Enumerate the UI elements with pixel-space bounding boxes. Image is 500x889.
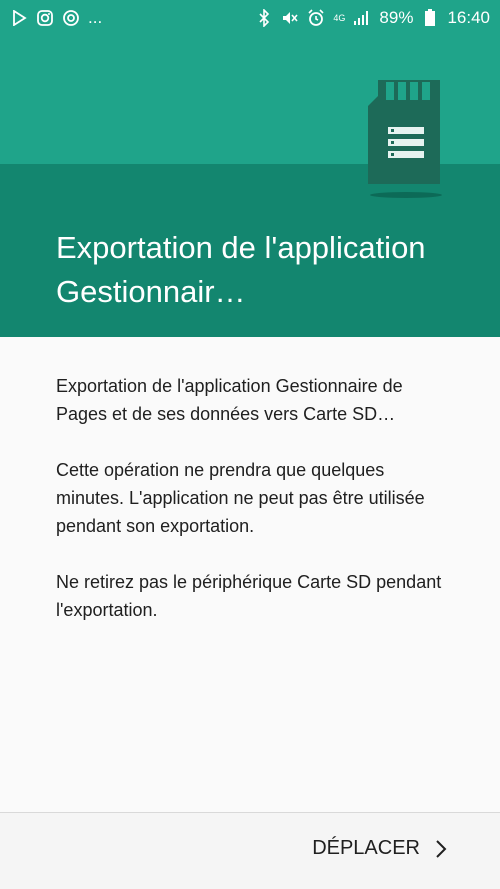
sync-icon: [62, 9, 80, 27]
network-type: 4G: [333, 12, 346, 23]
status-bar: ... 4G 89% 16:40: [0, 0, 500, 36]
paragraph-export-info: Exportation de l'application Gestionnair…: [56, 376, 403, 424]
bluetooth-icon: [255, 9, 273, 27]
move-button[interactable]: DÉPLACER: [312, 837, 448, 860]
footer-bar: DÉPLACER: [0, 813, 500, 889]
alarm-icon: [307, 9, 325, 27]
paragraph-duration-info: Cette opération ne prendra que quelques …: [56, 460, 425, 536]
signal-icon: [353, 9, 371, 27]
mute-icon: [281, 9, 299, 27]
notification-dots: ...: [88, 8, 103, 27]
clock: 16:40: [447, 8, 490, 27]
instagram-icon: [36, 9, 54, 27]
battery-icon: [421, 9, 439, 27]
header-banner: Exportation de l'application Gestionnair…: [0, 0, 500, 337]
paragraph-warning: Ne retirez pas le périphérique Carte SD …: [56, 572, 442, 620]
move-button-label: DÉPLACER: [312, 837, 420, 859]
chevron-right-icon: [436, 839, 447, 858]
page-title: Exportation de l'application Gestionnair…: [56, 230, 426, 309]
battery-percent: 89%: [379, 8, 414, 27]
sd-card-icon: [368, 80, 442, 198]
play-store-icon: [10, 9, 28, 27]
